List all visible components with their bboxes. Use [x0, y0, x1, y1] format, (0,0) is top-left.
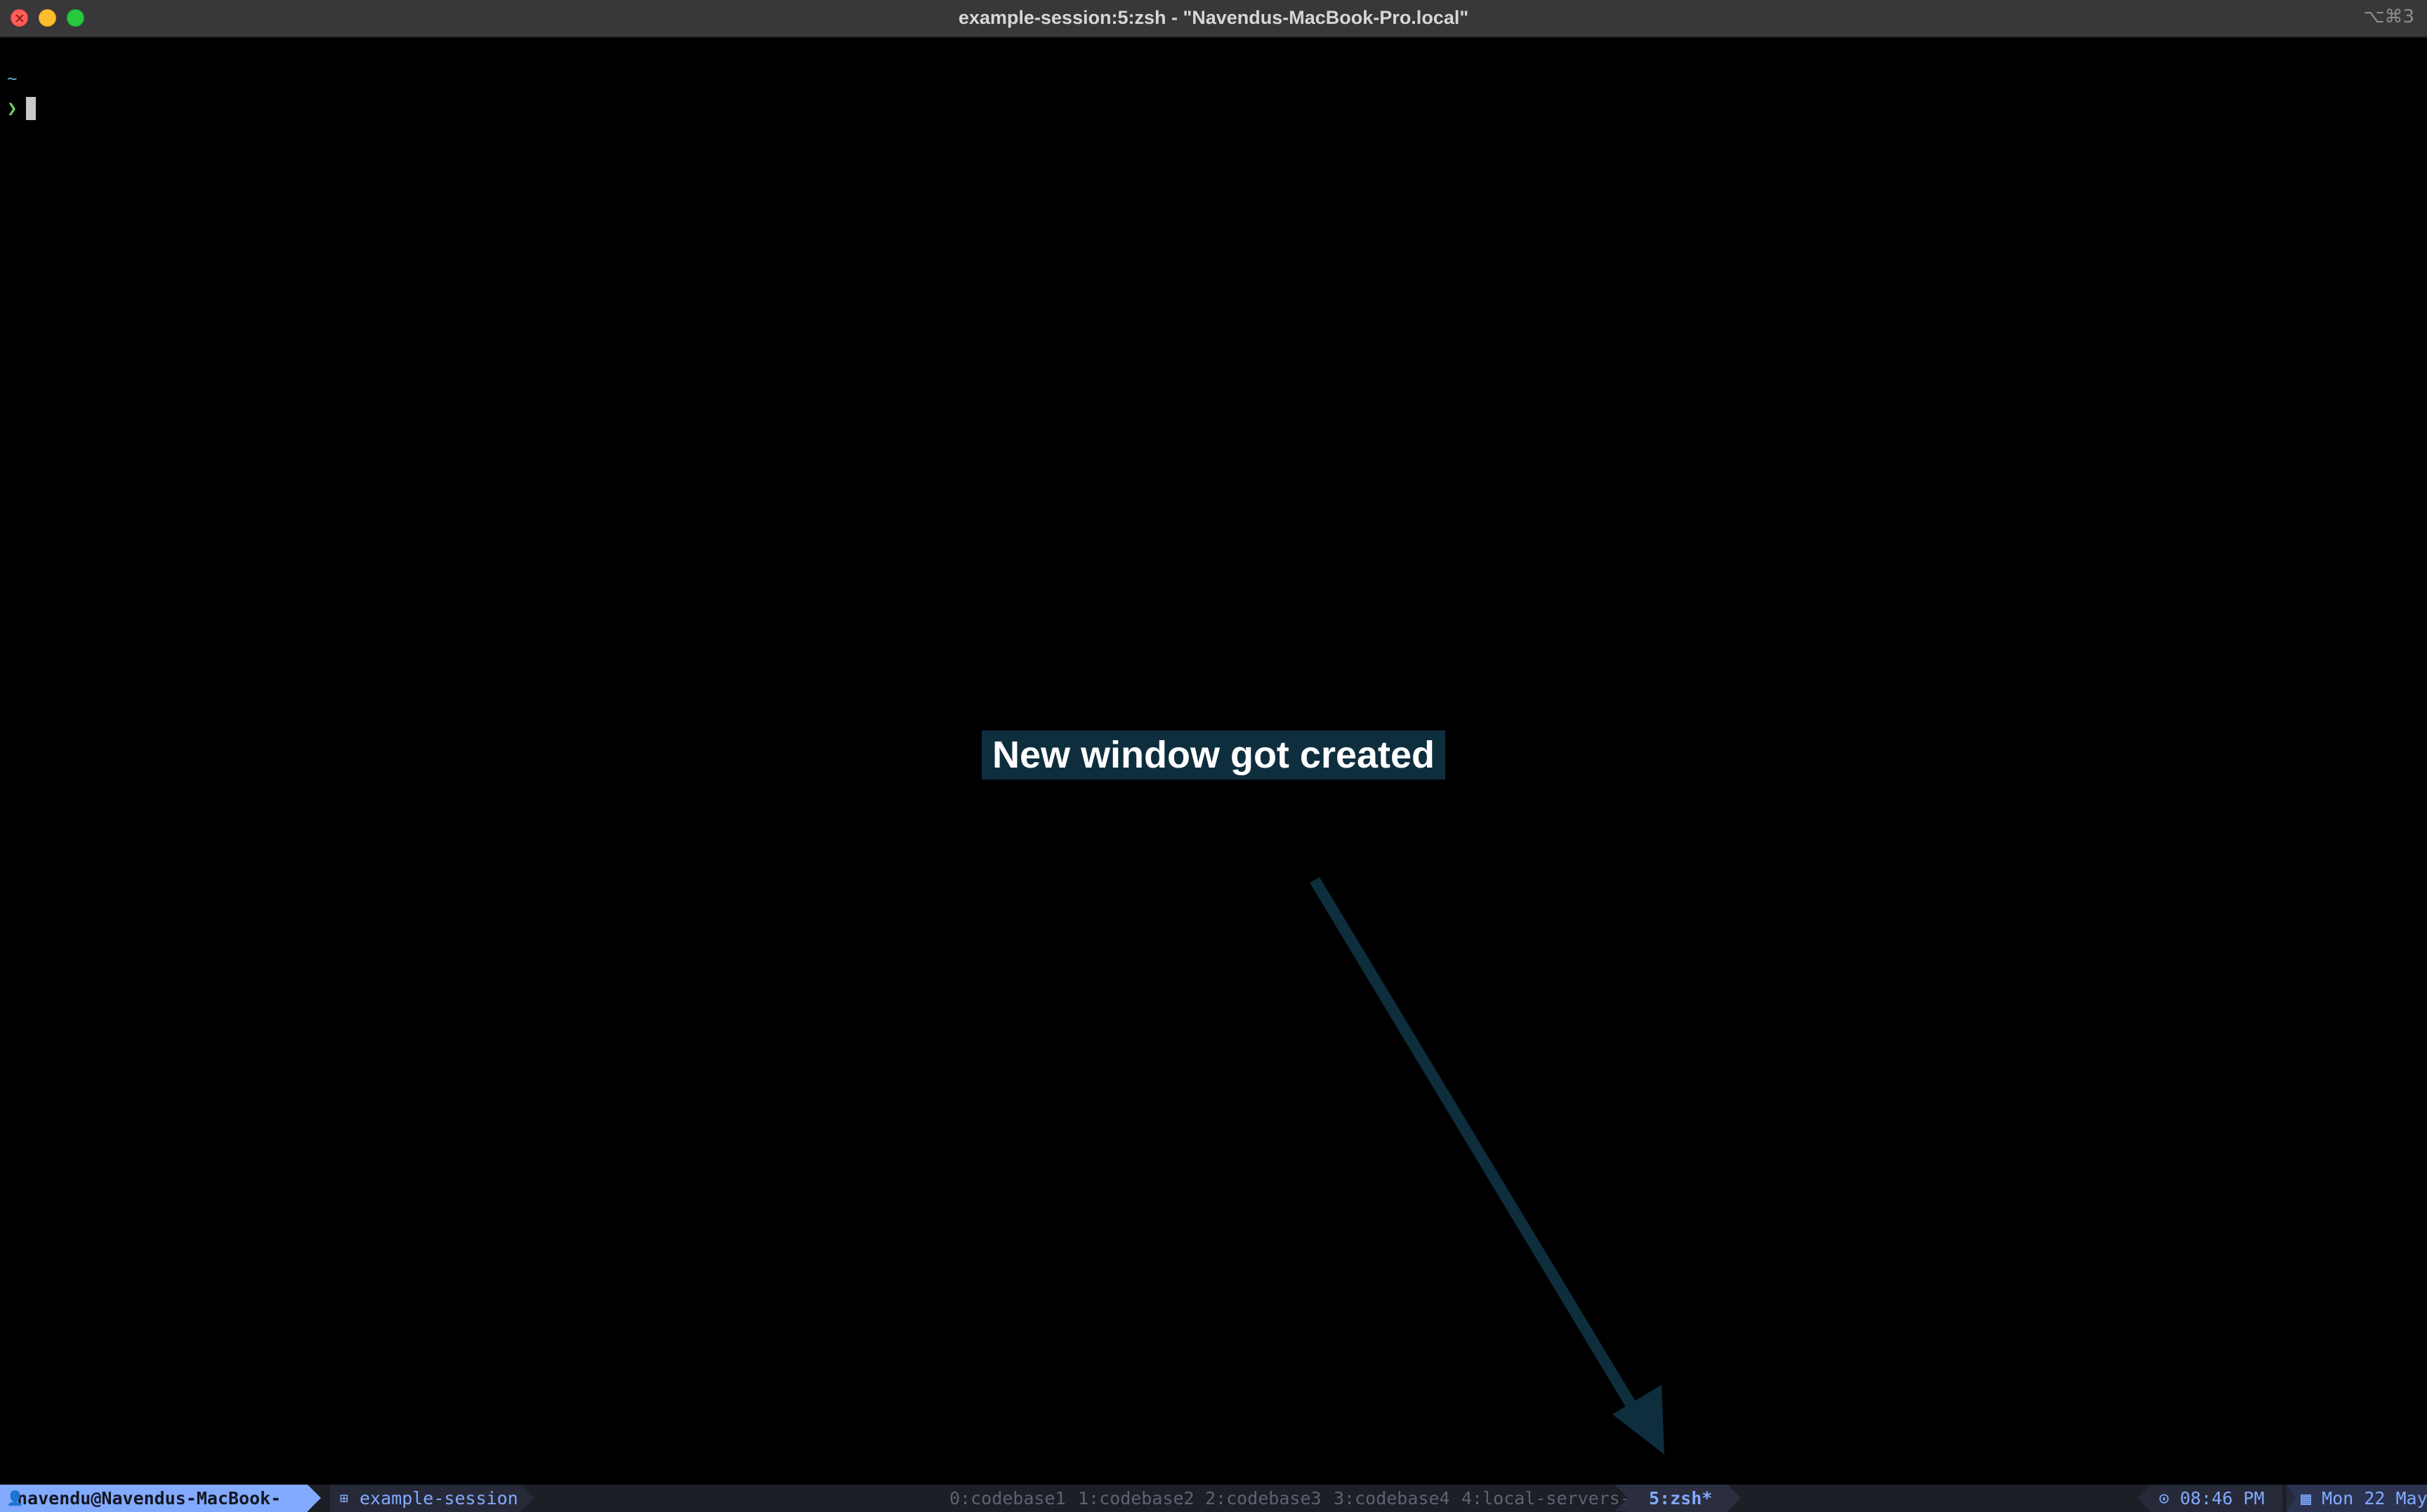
calendar-icon: ▦ — [2301, 1488, 2312, 1508]
clock-icon: ⊙ — [2159, 1488, 2170, 1508]
tmux-window-tab[interactable]: 3:codebase4 — [1334, 1485, 1450, 1512]
user-host-label: navendu@Navendus-MacBook-Pro — [17, 1488, 282, 1508]
status-session[interactable]: ⊞ example-session — [330, 1485, 534, 1512]
grid-icon: ⊞ — [340, 1490, 349, 1506]
tmux-window-tab[interactable]: 4:local-servers- — [1461, 1485, 1631, 1512]
terminal-window: example-session:5:zsh - "Navendus-MacBoo… — [0, 0, 2427, 1512]
tmux-status-bar: 👤 navendu@Navendus-MacBook-Pro ⊞ example… — [0, 1485, 2427, 1512]
status-user-host: 👤 navendu@Navendus-MacBook-Pro — [0, 1485, 321, 1512]
tmux-window-tab-active[interactable]: 5:zsh* — [1614, 1485, 1742, 1512]
annotation-arrow-icon — [1310, 876, 1664, 1454]
date-label: Mon 22 May — [2322, 1488, 2427, 1508]
user-icon: 👤 — [6, 1490, 24, 1506]
status-time: ⊙ 08:46 PM — [2137, 1485, 2282, 1512]
session-label: example-session — [360, 1488, 518, 1508]
status-date: ▦ Mon 22 May — [2287, 1485, 2427, 1512]
time-label: 08:46 PM — [2180, 1488, 2265, 1508]
tmux-window-tab[interactable]: 2:codebase3 — [1205, 1485, 1322, 1512]
tmux-window-tab[interactable]: 1:codebase2 — [1078, 1485, 1195, 1512]
tmux-window-tab[interactable]: 0:codebase1 — [949, 1485, 1066, 1512]
